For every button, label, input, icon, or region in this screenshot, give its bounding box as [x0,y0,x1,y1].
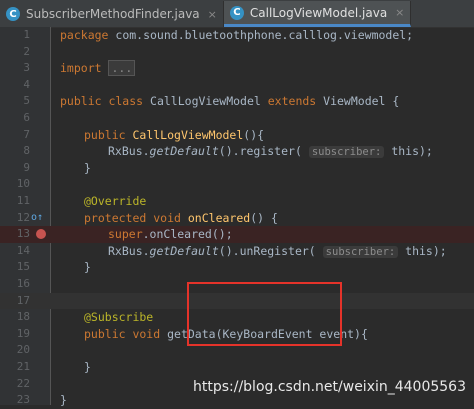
line-number: 4 [0,77,30,94]
line-number: 11 [0,193,30,210]
code-line[interactable]: 10 [0,176,474,193]
code-line[interactable]: 12 o↑ protected void onCleared() { [0,210,474,227]
tab-label: SubscriberMethodFinder.java [26,7,200,21]
close-icon[interactable]: × [395,6,404,19]
line-number: 17 [0,293,30,310]
line-number: 19 [0,326,30,343]
tab-label: CallLogViewModel.java [250,6,387,20]
line-number: 18 [0,309,30,326]
code-line[interactable]: 14 RxBus.getDefault().unRegister( subscr… [0,243,474,260]
folded-imports[interactable]: ... [108,60,135,76]
code-line[interactable]: 21 } [0,359,474,376]
line-number: 22 [0,376,30,393]
line-number: 7 [0,127,30,144]
breakpoint-icon[interactable] [36,229,46,239]
editor-tab-bar: C SubscriberMethodFinder.java × C CallLo… [0,0,474,28]
line-number: 21 [0,359,30,376]
line-number: 1 [0,27,30,44]
line-number: 23 [0,392,30,409]
code-text: } [60,392,67,409]
code-text: public class CallLogViewModel extends Vi… [60,93,399,110]
watermark-text: https://blog.csdn.net/weixin_44005563 [193,379,466,395]
line-number: 8 [0,143,30,160]
code-line[interactable]: 9 } [0,160,474,177]
line-number: 5 [0,93,30,110]
code-line[interactable]: 5 public class CallLogViewModel extends … [0,93,474,110]
code-line-breakpoint[interactable]: 13 super.onCleared(); [0,226,474,243]
override-gutter-icon[interactable]: o↑ [31,212,43,223]
code-text: } [84,259,91,276]
code-line[interactable]: 6 [0,110,474,127]
code-line[interactable]: 8 RxBus.getDefault().register( subscribe… [0,143,474,160]
code-text: public CallLogViewModel(){ [84,127,264,144]
code-line[interactable]: 11 @Override [0,193,474,210]
code-text: @Override [84,193,146,210]
code-text: RxBus.getDefault().register( subscriber:… [108,143,433,161]
code-line[interactable]: 7 public CallLogViewModel(){ [0,127,474,144]
code-text: RxBus.getDefault().unRegister( subscribe… [108,243,447,261]
line-number: 16 [0,276,30,293]
code-text: import ... [60,60,135,77]
class-icon: C [230,6,244,20]
tab-subscriber-method-finder[interactable]: C SubscriberMethodFinder.java × [0,1,224,27]
code-text: } [84,359,91,376]
line-number: 9 [0,160,30,177]
parameter-hint: subscriber: [309,146,385,158]
close-icon[interactable]: × [208,8,217,21]
line-number: 14 [0,243,30,260]
code-text: protected void onCleared() { [84,210,278,227]
line-number: 13 [0,226,30,243]
line-number: 15 [0,259,30,276]
line-number: 10 [0,176,30,193]
highlight-annotation-box [187,282,342,346]
class-icon: C [6,7,20,21]
tab-call-log-view-model[interactable]: C CallLogViewModel.java × [224,1,412,27]
code-line[interactable]: 4 [0,77,474,94]
code-editor[interactable]: 1 package com.sound.bluetoothphone.calll… [0,27,474,405]
code-line[interactable]: 3 import ... [0,60,474,77]
code-text: @Subscribe [84,309,153,326]
code-line[interactable]: 2 [0,44,474,61]
line-number: 3 [0,60,30,77]
code-text: super.onCleared(); [108,226,233,243]
line-number: 20 [0,342,30,359]
parameter-hint: subscriber: [323,246,399,258]
line-number: 12 [0,210,30,227]
code-text: } [84,160,91,177]
code-line[interactable]: 1 package com.sound.bluetoothphone.calll… [0,27,474,44]
code-line[interactable]: 15 } [0,259,474,276]
line-number: 2 [0,44,30,61]
line-number: 6 [0,110,30,127]
code-text: package com.sound.bluetoothphone.calllog… [60,27,413,44]
